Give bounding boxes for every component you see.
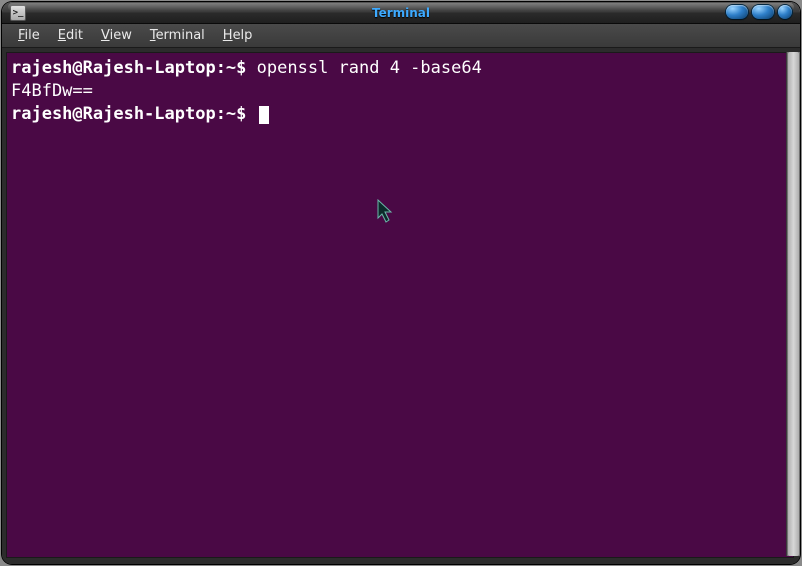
menu-file[interactable]: File bbox=[10, 26, 48, 45]
menu-accel: E bbox=[58, 28, 66, 43]
menubar: File Edit View Terminal Help bbox=[2, 24, 800, 48]
menu-view[interactable]: View bbox=[93, 26, 140, 45]
menu-accel: V bbox=[101, 28, 110, 43]
maximize-button[interactable] bbox=[752, 5, 774, 19]
terminal-container: rajesh@Rajesh-Laptop:~$ openssl rand 4 -… bbox=[2, 48, 800, 564]
terminal-line: F4BfDw== bbox=[11, 80, 789, 103]
menu-accel: T bbox=[150, 28, 156, 43]
window-title: Terminal bbox=[2, 6, 800, 20]
text-cursor bbox=[259, 106, 269, 124]
terminal-window: >_ Terminal File Edit View Terminal Help… bbox=[2, 2, 800, 564]
menu-terminal[interactable]: Terminal bbox=[142, 26, 213, 45]
terminal-app-icon: >_ bbox=[10, 5, 26, 21]
close-button[interactable] bbox=[778, 5, 792, 19]
window-controls bbox=[726, 5, 792, 19]
scrollbar-thumb[interactable] bbox=[788, 52, 799, 556]
menu-accel: F bbox=[18, 28, 25, 43]
minimize-button[interactable] bbox=[726, 5, 748, 19]
terminal-line: rajesh@Rajesh-Laptop:~$ openssl rand 4 -… bbox=[11, 57, 789, 80]
vertical-scrollbar[interactable] bbox=[786, 52, 800, 556]
terminal-line: rajesh@Rajesh-Laptop:~$ bbox=[11, 103, 789, 126]
menu-edit[interactable]: Edit bbox=[50, 26, 91, 45]
titlebar[interactable]: >_ Terminal bbox=[2, 2, 800, 24]
shell-command: openssl rand 4 -base64 bbox=[257, 58, 482, 78]
menu-accel: H bbox=[223, 28, 233, 43]
terminal-viewport[interactable]: rajesh@Rajesh-Laptop:~$ openssl rand 4 -… bbox=[6, 52, 794, 558]
menu-help[interactable]: Help bbox=[215, 26, 261, 45]
shell-output: F4BfDw== bbox=[11, 81, 93, 101]
mouse-cursor-icon bbox=[377, 199, 397, 225]
shell-prompt: rajesh@Rajesh-Laptop:~$ bbox=[11, 58, 246, 78]
shell-prompt: rajesh@Rajesh-Laptop:~$ bbox=[11, 104, 246, 124]
